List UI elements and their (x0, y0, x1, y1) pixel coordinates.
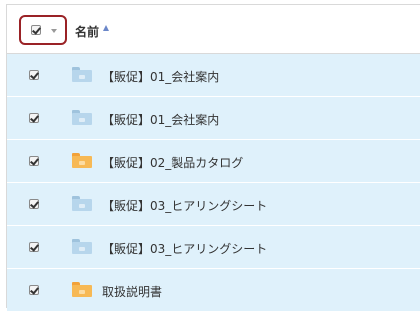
sort-ascending-icon[interactable] (103, 25, 109, 31)
list-header: 名前 (7, 5, 420, 54)
folder-name[interactable]: 取扱説明書 (102, 283, 162, 300)
shared-folder-icon (72, 67, 92, 82)
select-all-highlight[interactable] (19, 15, 67, 45)
select-all-checkbox[interactable] (31, 25, 41, 35)
folder-icon (72, 153, 92, 168)
row-checkbox[interactable] (29, 70, 39, 80)
list-item[interactable]: 取扱説明書 (7, 269, 420, 312)
list-item[interactable]: 【販促】01_会社案内 (7, 54, 420, 97)
file-list: 名前 【販促】01_会社案内 【販促】01_会社案内 【販促】02_製品カタログ… (6, 4, 420, 312)
folder-icon (72, 282, 92, 297)
shared-folder-icon (72, 196, 92, 211)
folder-name[interactable]: 【販促】01_会社案内 (102, 68, 219, 85)
list-item[interactable]: 【販促】03_ヒアリングシート (7, 183, 420, 226)
row-checkbox[interactable] (29, 242, 39, 252)
shared-folder-icon (72, 110, 92, 125)
row-checkbox[interactable] (29, 156, 39, 166)
caret-down-icon[interactable] (51, 29, 57, 33)
folder-name[interactable]: 【販促】03_ヒアリングシート (102, 240, 267, 257)
row-checkbox[interactable] (29, 113, 39, 123)
shared-folder-icon (72, 239, 92, 254)
folder-name[interactable]: 【販促】01_会社案内 (102, 111, 219, 128)
row-checkbox[interactable] (29, 285, 39, 295)
row-checkbox[interactable] (29, 199, 39, 209)
list-item[interactable]: 【販促】03_ヒアリングシート (7, 226, 420, 269)
folder-name[interactable]: 【販促】02_製品カタログ (102, 154, 243, 171)
column-header-name[interactable]: 名前 (75, 23, 99, 40)
list-item[interactable]: 【販促】02_製品カタログ (7, 140, 420, 183)
list-item[interactable]: 【販促】01_会社案内 (7, 97, 420, 140)
folder-name[interactable]: 【販促】03_ヒアリングシート (102, 197, 267, 214)
